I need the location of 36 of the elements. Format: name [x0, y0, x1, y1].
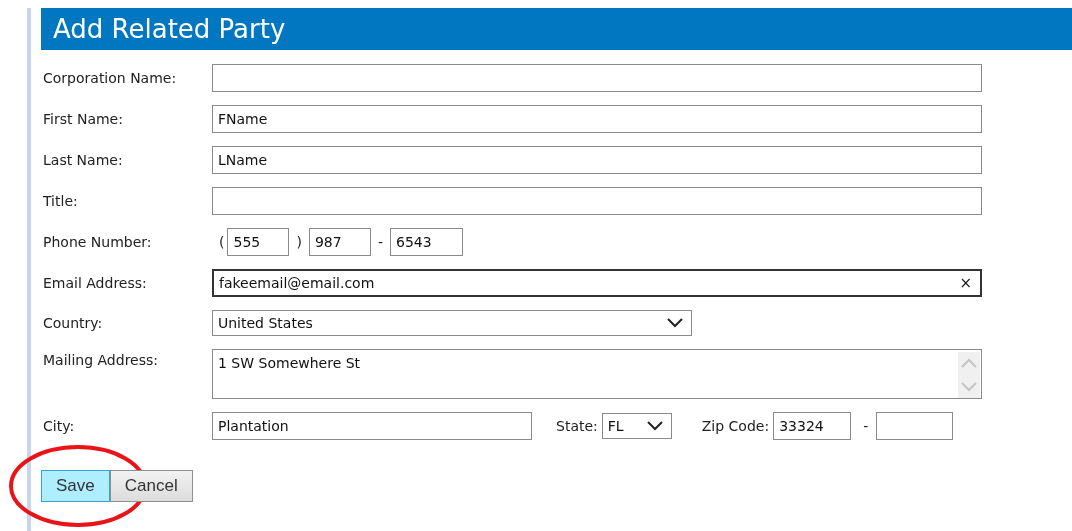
dash: -	[863, 418, 869, 434]
field-label: City:	[43, 418, 76, 434]
zip-code-field[interactable]: 33324	[773, 412, 852, 440]
parenthesis: )	[296, 234, 302, 250]
address-textarea[interactable]: 1 SW Somewhere St	[212, 349, 982, 399]
form-title: Add Related Party	[53, 14, 286, 44]
clear-button[interactable]: ×	[959, 274, 972, 292]
form-button[interactable]: Cancel	[109, 470, 193, 502]
chevron-down-icon	[646, 421, 663, 431]
field-label: Mailing Address:	[43, 351, 159, 368]
field-label: Email Address:	[43, 275, 148, 291]
country-dropdown[interactable]: United States	[212, 310, 692, 336]
zip-extension-field[interactable]	[876, 412, 954, 440]
text-field[interactable]	[212, 64, 982, 92]
dash: -	[377, 234, 383, 250]
state-dropdown[interactable]: FL	[601, 413, 672, 439]
scroll-arrows-icon	[958, 352, 980, 398]
text-field[interactable]	[212, 187, 982, 215]
text-field[interactable]: LName	[212, 146, 982, 174]
text-field[interactable]: fakeemail@email.com ×	[212, 269, 982, 297]
field-label: Title:	[43, 193, 79, 209]
phone-prefix-field[interactable]: 987	[308, 228, 371, 256]
city-field[interactable]: Plantation	[212, 412, 532, 440]
form-button[interactable]: Save	[41, 470, 110, 502]
field-label: Country:	[43, 315, 104, 331]
field-label: Last Name:	[43, 152, 124, 168]
chevron-down-icon	[667, 318, 683, 328]
phone-line-field[interactable]: 6543	[390, 228, 463, 256]
area-code-field[interactable]: 555	[227, 228, 290, 256]
field-label: Zip Code:	[701, 418, 770, 434]
text-field[interactable]: FName	[212, 105, 982, 133]
field-label: State:	[556, 418, 598, 434]
field-label: Phone Number:	[43, 234, 153, 250]
field-label: Corporation Name:	[43, 70, 178, 86]
field-label: First Name:	[43, 111, 124, 127]
parenthesis: (	[219, 234, 225, 250]
